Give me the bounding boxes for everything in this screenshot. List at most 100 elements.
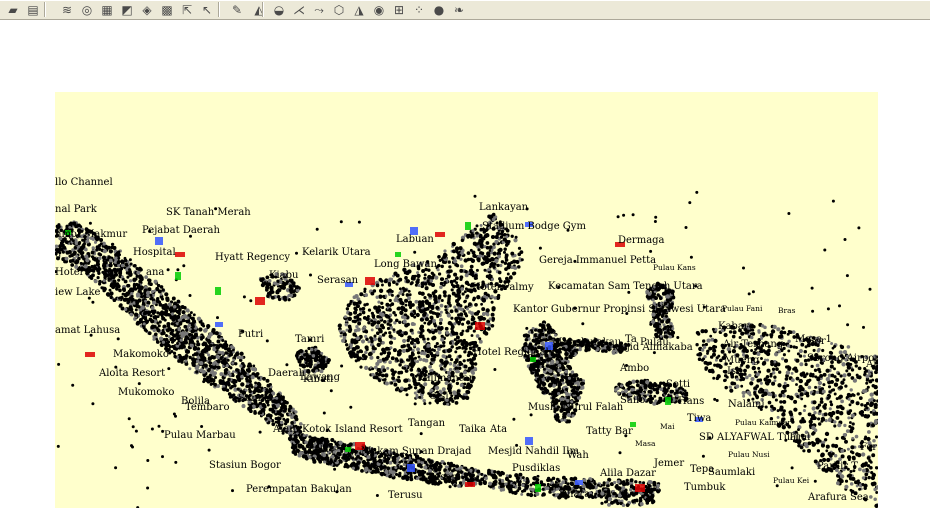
map-point (153, 279, 158, 284)
map-point (112, 298, 117, 303)
landscape-icon[interactable]: ◭ (250, 1, 268, 18)
map-point (382, 294, 386, 298)
pan-icon[interactable]: ↖ (198, 1, 216, 18)
map-point (120, 275, 124, 279)
pencil-icon[interactable]: ✎ (228, 1, 246, 18)
chart-icon[interactable]: ◩ (118, 1, 136, 18)
map-point (132, 284, 137, 288)
map-point (430, 282, 436, 288)
map-point (393, 271, 398, 276)
map-point (401, 475, 406, 480)
satellite-icon[interactable]: ◉ (370, 1, 388, 18)
path-icon[interactable]: ⋌ (290, 1, 308, 18)
map-point (413, 386, 418, 390)
map-point (550, 352, 555, 357)
select-icon[interactable]: ⇱ (178, 1, 196, 18)
map-point (182, 333, 186, 337)
map-point (538, 374, 544, 379)
map-point (176, 342, 179, 345)
map-point (486, 326, 491, 331)
map-point (371, 346, 375, 350)
map-point (235, 351, 240, 357)
map-point (420, 302, 425, 307)
map-point (625, 503, 630, 507)
map-point (533, 475, 537, 480)
map-point (192, 361, 196, 365)
map-point (117, 278, 121, 282)
map-point (426, 328, 430, 332)
map-point (376, 359, 381, 364)
map-point (452, 249, 456, 254)
terrain-icon[interactable]: ◮ (350, 1, 368, 18)
map-view[interactable]: llo Channel nal Park SK Tanah Merah Peja… (55, 92, 878, 508)
marker-icon[interactable]: ● (430, 1, 448, 18)
map-point (561, 475, 566, 480)
shapes-icon[interactable]: ⬡ (330, 1, 348, 18)
map-point (297, 453, 302, 458)
map-point (544, 333, 548, 337)
map-point (328, 460, 333, 465)
map-point (468, 302, 472, 307)
map-point (196, 342, 201, 347)
map-point (576, 393, 580, 397)
map-point (307, 455, 312, 459)
map-point (424, 348, 429, 352)
map-point (77, 242, 81, 246)
map-point (118, 288, 122, 293)
network-icon[interactable]: ⊞ (390, 1, 408, 18)
car-icon[interactable]: ◒ (270, 1, 288, 18)
map-point (211, 372, 216, 377)
map-point (365, 316, 370, 322)
map-point (359, 292, 364, 297)
map-point (410, 321, 415, 327)
map-point (356, 460, 361, 465)
map-point (497, 270, 502, 275)
open-folder-icon[interactable]: ▰ (4, 1, 22, 18)
map-point (566, 412, 572, 418)
filter-icon[interactable]: ◈ (138, 1, 156, 18)
map-point (605, 480, 610, 485)
map-point (464, 269, 468, 274)
map-point (465, 329, 469, 333)
grid-icon[interactable]: ▩ (158, 1, 176, 18)
layers-icon[interactable]: ≋ (58, 1, 76, 18)
map-point (538, 323, 543, 327)
table-icon[interactable]: ▦ (98, 1, 116, 18)
map-point (345, 307, 350, 311)
route-icon[interactable]: ⤳ (310, 1, 328, 18)
map-point (552, 384, 556, 388)
map-point (550, 359, 555, 364)
map-point (553, 381, 557, 385)
map-point (150, 309, 155, 314)
map-point (212, 343, 216, 347)
map-point (467, 342, 472, 346)
save-icon[interactable]: ▤ (24, 1, 42, 18)
map-point (563, 348, 567, 352)
map-point (459, 394, 463, 398)
map-point (379, 323, 385, 328)
map-point (559, 378, 563, 382)
map-point (505, 235, 509, 239)
map-point (388, 334, 393, 339)
map-point (188, 367, 192, 371)
map-point (423, 402, 427, 406)
map-point (147, 281, 151, 285)
map-point (556, 372, 561, 377)
map-point (404, 288, 408, 292)
map-point (443, 360, 448, 365)
map-point (578, 377, 583, 382)
map-point (416, 347, 420, 352)
points-icon[interactable]: ⁘ (410, 1, 428, 18)
map-point (125, 263, 129, 267)
globe-icon[interactable]: ◎ (78, 1, 96, 18)
map-point (527, 330, 532, 334)
map-point (528, 492, 534, 498)
map-point (510, 261, 514, 265)
map-point (652, 483, 657, 487)
leaf-icon[interactable]: ❧ (450, 1, 468, 18)
map-point (490, 312, 495, 317)
map-point (576, 377, 580, 380)
map-point (398, 291, 402, 295)
map-point (476, 295, 481, 300)
map-point (208, 373, 212, 378)
